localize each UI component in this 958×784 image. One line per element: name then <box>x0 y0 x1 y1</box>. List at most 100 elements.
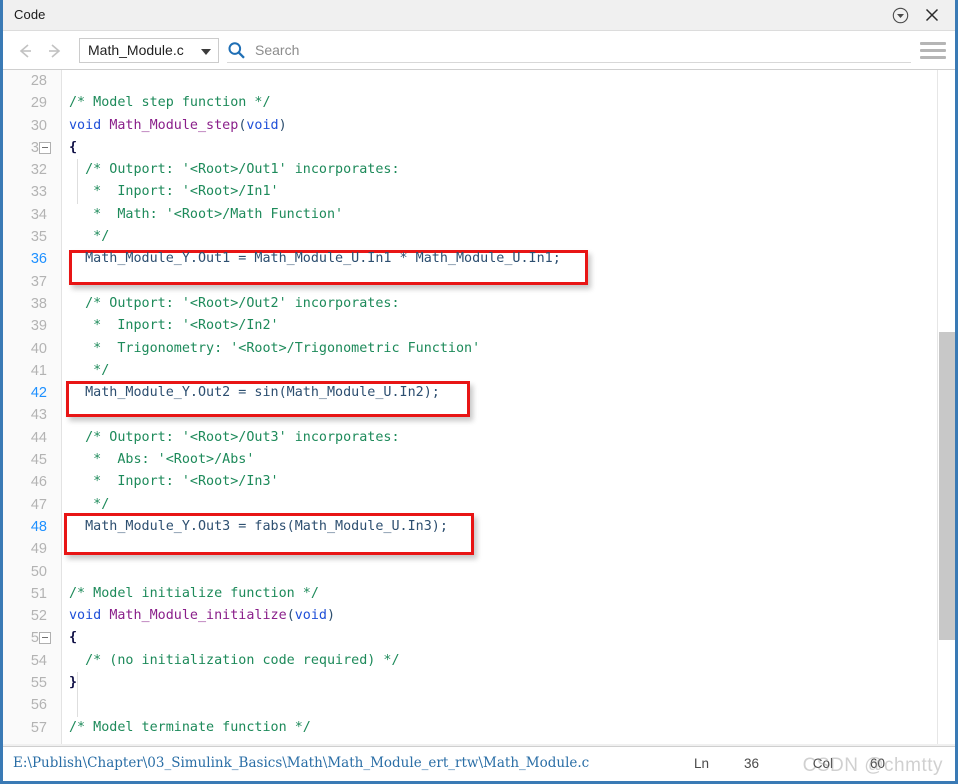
search-icon <box>227 41 246 65</box>
code-token: Math_Module_Y.Out1 = Math_Module_U.In1 *… <box>69 251 561 267</box>
search-input[interactable] <box>255 38 911 62</box>
code-text: /* Outport: '<Root>/Out1' incorporates: <box>69 159 399 181</box>
code-token: } <box>69 541 78 557</box>
page-title: Code <box>14 7 46 22</box>
code-token: /* Outport: '<Root>/Out3' incorporates: <box>69 429 400 445</box>
code-token: void <box>294 608 327 624</box>
code-text-highlighted: Math_Module_Y.Out2 = sin(Math_Module_U.I… <box>69 382 440 404</box>
line-number: 36 <box>30 251 47 268</box>
code-line[interactable]: 41 */ <box>3 360 955 382</box>
code-token: /* Model step function */ <box>69 95 271 111</box>
code-token: */ <box>69 496 110 512</box>
code-line[interactable]: 34 * Math: '<Root>/Math Function' <box>3 204 955 226</box>
arrow-left-icon[interactable] <box>15 41 37 61</box>
line-number: 41 <box>30 362 47 379</box>
code-line[interactable]: 55} <box>3 672 955 694</box>
line-number: 43 <box>30 407 47 424</box>
file-select-dropdown[interactable]: Math_Module.c <box>79 38 219 63</box>
code-token: * Trigonometry: '<Root>/Trigonometric Fu… <box>69 340 481 356</box>
code-token: * Math: '<Root>/Math Function' <box>69 206 344 222</box>
code-token: */ <box>69 229 110 245</box>
line-number: 47 <box>30 496 47 513</box>
code-line[interactable]: 53{ <box>3 627 955 649</box>
code-token: void <box>246 117 279 133</box>
line-number: 45 <box>30 452 47 469</box>
code-token: * Inport: '<Root>/In1' <box>69 184 279 200</box>
code-token: * Inport: '<Root>/In2' <box>69 318 279 334</box>
code-line[interactable]: 37 <box>3 271 955 293</box>
code-editor[interactable]: 28 29 /* Model step function */ 30 void Math… <box>3 70 955 744</box>
chevron-down-icon <box>201 49 211 55</box>
code-line[interactable]: 47 */ <box>3 494 955 516</box>
code-line[interactable]: 39 * Inport: '<Root>/In2' <box>3 315 955 337</box>
code-text: /* Model terminate function */ <box>69 717 311 739</box>
code-line[interactable]: 35 */ <box>3 226 955 248</box>
code-token: ) <box>278 117 287 133</box>
code-line[interactable]: 46 * Inport: '<Root>/In3' <box>3 471 955 493</box>
code-line[interactable]: 49} <box>3 538 955 560</box>
line-number: 49 <box>30 541 47 558</box>
code-line[interactable]: 32 /* Outport: '<Root>/Out1' incorporate… <box>3 159 955 181</box>
line-number: 42 <box>30 385 47 402</box>
line-number: 56 <box>30 697 47 714</box>
code-line[interactable]: 43 <box>3 404 955 426</box>
arrow-right-icon[interactable] <box>43 41 65 61</box>
code-token: ) <box>327 608 336 624</box>
line-number: 32 <box>30 162 47 179</box>
code-line[interactable]: 30 void Math_Module_step(void) <box>3 115 955 137</box>
close-icon[interactable] <box>919 3 945 28</box>
code-token: { <box>69 139 78 155</box>
status-bar: E:\Publish\Chapter\03_Simulink_Basics\Ma… <box>3 746 955 781</box>
vertical-scrollbar[interactable] <box>937 70 955 744</box>
code-text: } <box>69 672 77 694</box>
code-text: /* Model step function */ <box>69 92 271 114</box>
code-line[interactable]: 57 /* Model terminate function */ <box>3 717 955 739</box>
code-text-highlighted: Math_Module_Y.Out3 = fabs(Math_Module_U.… <box>69 516 448 538</box>
code-line[interactable]: 29 /* Model step function */ <box>3 92 955 114</box>
window-title-bar: Code <box>3 0 955 31</box>
code-line[interactable]: 28 <box>3 70 955 92</box>
code-line[interactable]: 56 <box>3 694 955 716</box>
line-number: 38 <box>30 295 47 312</box>
code-text: */ <box>69 226 109 248</box>
code-text: } <box>69 538 77 560</box>
code-line[interactable]: 33 * Inport: '<Root>/In1' <box>3 181 955 203</box>
code-line[interactable]: 51 /* Model initialize function */ <box>3 583 955 605</box>
search-box <box>227 38 911 63</box>
status-line-label: Ln <box>693 756 709 771</box>
fold-collapse-icon[interactable] <box>39 632 51 645</box>
status-line-value: 36 <box>743 756 759 771</box>
line-number: 28 <box>30 73 47 89</box>
hamburger-bar <box>920 56 946 59</box>
code-text: /* (no initialization code required) */ <box>69 650 399 672</box>
hamburger-menu-icon[interactable] <box>920 42 946 60</box>
code-line[interactable]: 44 /* Outport: '<Root>/Out3' incorporate… <box>3 427 955 449</box>
code-line[interactable]: 52 void Math_Module_initialize(void) <box>3 605 955 627</box>
code-text: */ <box>69 494 109 516</box>
code-line[interactable]: 40 * Trigonometry: '<Root>/Trigonometric… <box>3 338 955 360</box>
line-number: 40 <box>30 340 47 357</box>
scrollbar-thumb[interactable] <box>939 332 955 640</box>
line-number: 30 <box>30 117 47 134</box>
code-line[interactable]: 38 /* Outport: '<Root>/Out2' incorporate… <box>3 293 955 315</box>
line-number: 51 <box>30 585 47 602</box>
code-text: { <box>69 627 77 649</box>
status-file-path: E:\Publish\Chapter\03_Simulink_Basics\Ma… <box>13 755 590 771</box>
line-number: 48 <box>30 518 47 535</box>
code-line[interactable]: 54 /* (no initialization code required) … <box>3 650 955 672</box>
fold-collapse-icon[interactable] <box>39 141 51 154</box>
code-line[interactable]: 45 * Abs: '<Root>/Abs' <box>3 449 955 471</box>
status-col-value: 60 <box>869 756 885 771</box>
code-text: * Trigonometry: '<Root>/Trigonometric Fu… <box>69 338 480 360</box>
file-select-value: Math_Module.c <box>88 42 184 58</box>
code-token: * Abs: '<Root>/Abs' <box>69 452 255 468</box>
code-line[interactable]: 31{ <box>3 137 955 159</box>
circle-down-arrow-icon[interactable] <box>887 3 913 28</box>
code-line[interactable]: 50 <box>3 561 955 583</box>
code-token: Math_Module_Y.Out3 = fabs(Math_Module_U.… <box>69 519 448 534</box>
code-token: ( <box>286 608 295 624</box>
indent-guide <box>77 159 78 204</box>
code-token: */ <box>69 362 110 378</box>
code-token: } <box>69 675 78 691</box>
code-window: Code Math_Module.c Search 28 29 /* Model… <box>0 0 958 784</box>
